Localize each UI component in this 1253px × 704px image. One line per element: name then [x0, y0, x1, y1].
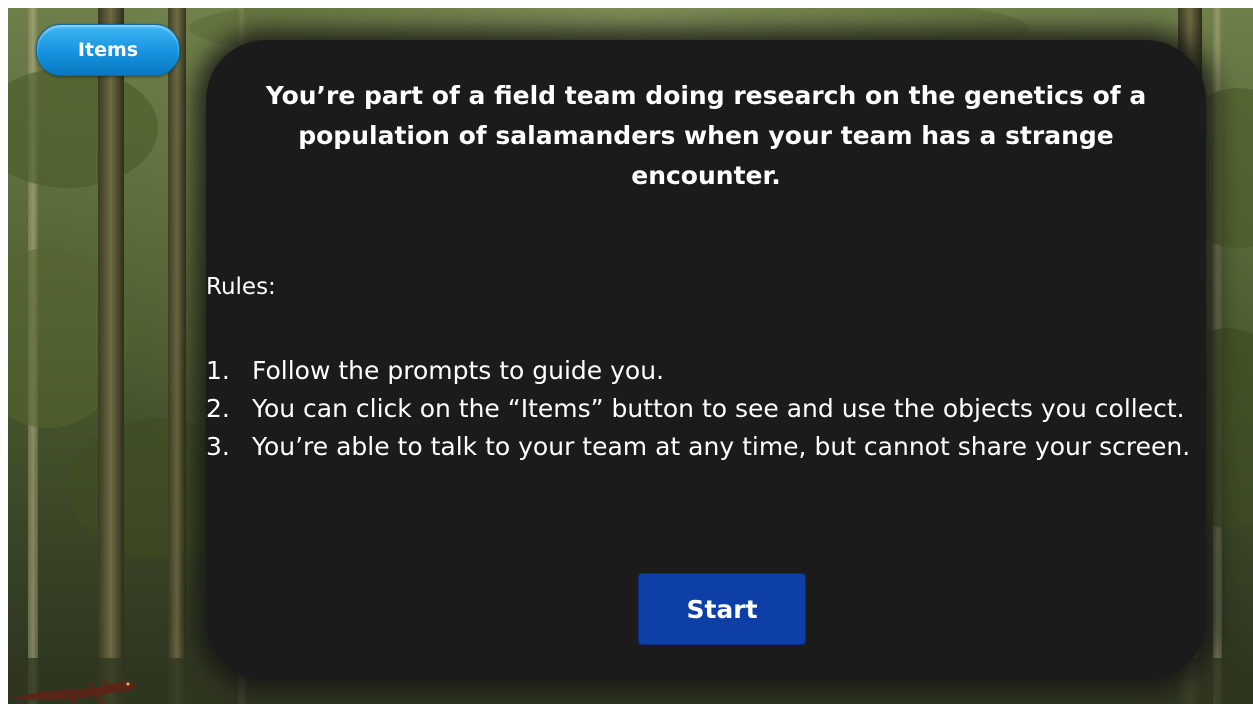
game-scene: Items You’re part of a field team doing … [8, 8, 1253, 704]
rule-text: You’re able to talk to your team at any … [252, 432, 1191, 461]
rule-text: You can click on the “Items” button to s… [252, 394, 1185, 423]
rule-number: 3. [206, 432, 230, 461]
start-button[interactable]: Start [638, 573, 806, 645]
rule-number: 1. [206, 356, 230, 385]
rule-item: 1. Follow the prompts to guide you. [206, 352, 1196, 390]
intro-text: You’re part of a field team doing resear… [265, 81, 1147, 190]
rule-text: Follow the prompts to guide you. [252, 356, 665, 385]
items-button[interactable]: Items [36, 24, 180, 76]
rules-heading: Rules: [206, 274, 276, 300]
salamander-icon [10, 678, 136, 704]
rule-item: 2. You can click on the “Items” button t… [206, 390, 1196, 428]
intro-dialog: You’re part of a field team doing resear… [206, 40, 1206, 680]
rule-item: 3. You’re able to talk to your team at a… [206, 428, 1196, 466]
rule-number: 2. [206, 394, 230, 423]
rules-list: 1. Follow the prompts to guide you. 2. Y… [206, 352, 1196, 466]
